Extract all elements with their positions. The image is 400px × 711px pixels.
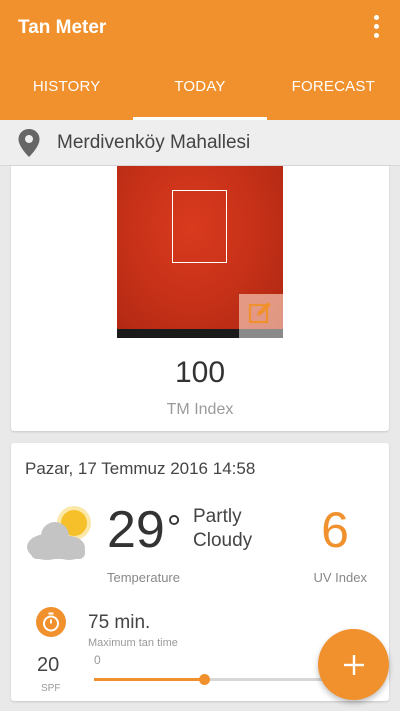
- tm-index-value: 100: [174, 356, 226, 389]
- partly-cloudy-icon: [27, 506, 91, 560]
- app-title: Tan Meter: [18, 17, 107, 38]
- add-measurement-button[interactable]: [318, 629, 389, 700]
- date-time: Pazar, 17 Temmuz 2016 14:58: [25, 459, 256, 478]
- app-bar: Tan Meter HISTORY TODAY FORECAST: [0, 0, 400, 120]
- temperature-label: Temperature: [107, 570, 180, 585]
- tab-forecast[interactable]: FORECAST: [267, 70, 400, 120]
- slider-min-label: 0: [94, 653, 101, 667]
- max-tan-time-value: 75 min.: [88, 612, 151, 633]
- spf-slider[interactable]: [94, 674, 334, 685]
- location-bar[interactable]: Merdivenköy Mahallesi: [0, 120, 400, 166]
- max-tan-time-label: Maximum tan time: [88, 637, 178, 649]
- location-pin-icon: [18, 128, 40, 157]
- edit-photo-button[interactable]: [239, 294, 283, 338]
- weather-condition: Partly Cloudy: [193, 506, 253, 551]
- edit-icon: [248, 302, 271, 324]
- temperature-value: 29°: [107, 501, 182, 559]
- measurement-card: 100 TM Index: [11, 166, 389, 431]
- overflow-menu-icon[interactable]: [362, 10, 390, 42]
- tab-bar: HISTORY TODAY FORECAST: [0, 70, 400, 120]
- location-name: Merdivenköy Mahallesi: [57, 131, 251, 153]
- spf-label: SPF: [41, 683, 61, 694]
- slider-fill: [94, 678, 205, 681]
- timer-icon: [36, 607, 66, 637]
- plus-icon: [343, 654, 364, 675]
- slider-thumb[interactable]: [199, 674, 211, 685]
- tab-today[interactable]: TODAY: [133, 70, 267, 120]
- measurement-area-frame: [172, 190, 227, 263]
- uv-index-label: UV Index: [313, 570, 367, 585]
- skin-photo[interactable]: [117, 166, 283, 338]
- tab-history[interactable]: HISTORY: [0, 70, 133, 120]
- tm-index-label: TM Index: [166, 401, 234, 418]
- spf-value: 20: [37, 654, 60, 676]
- uv-index-value: 6: [321, 502, 349, 558]
